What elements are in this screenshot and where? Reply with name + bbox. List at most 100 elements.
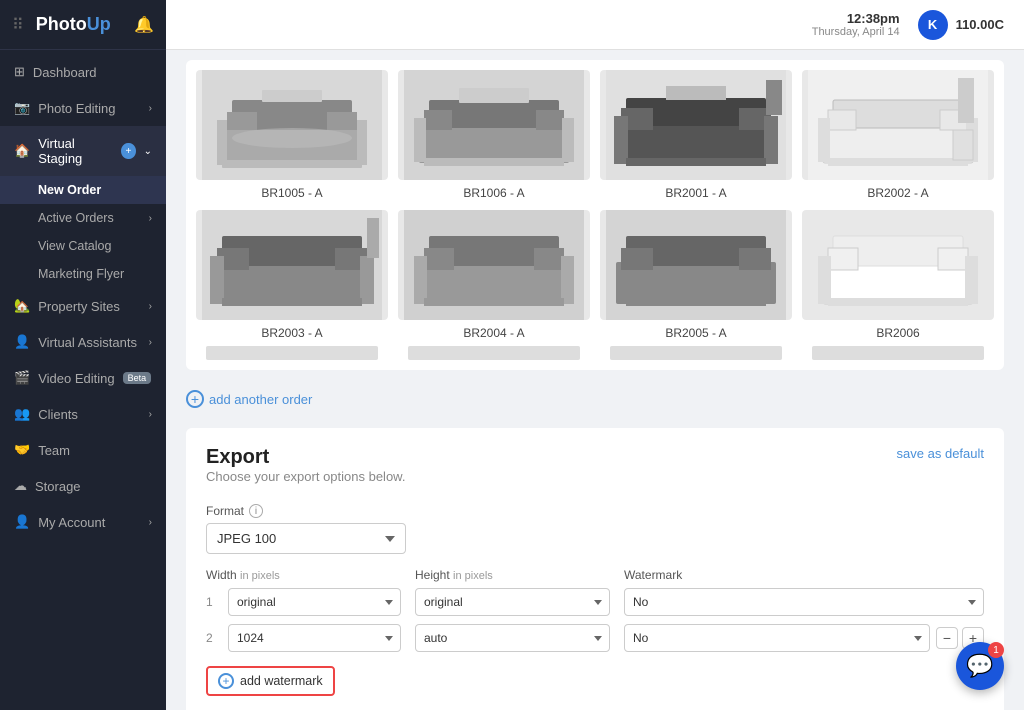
image-label: BR2003 - A [261,326,322,340]
export-row-2-height: auto original 1024 [415,624,610,652]
image-grid: BR1005 - A [196,70,994,360]
image-card-br2001a[interactable]: BR2001 - A [600,70,792,200]
sidebar-item-label: Virtual Staging [38,136,113,166]
width-select-1[interactable]: original 1024 2048 [228,588,401,616]
sidebar: ⠿ PhotoUp 🔔 ⊞ Dashboard 📷 Photo Editing … [0,0,166,710]
width-column: Width in pixels 1 original 1024 2048 2 [206,568,401,660]
sidebar-item-dashboard[interactable]: ⊞ Dashboard [0,54,166,90]
bell-icon[interactable]: 🔔 [134,15,154,35]
add-order-label: add another order [209,392,312,407]
chat-bubble-button[interactable]: 💬 1 [956,642,1004,690]
image-thumb [600,210,792,320]
home-icon: 🏡 [14,298,30,314]
image-grid-container: BR1005 - A [186,60,1004,370]
export-row-1-height: original auto 1024 [415,588,610,616]
format-group: Format i JPEG 100 JPEG 90 JPEG 80 PNG [206,504,984,554]
chevron-right-icon: › [149,301,152,312]
watermark-select-1[interactable]: No Yes [624,588,984,616]
sidebar-item-virtual-staging[interactable]: 🏠 Virtual Staging + ⌄ [0,126,166,176]
image-card-br2004a[interactable]: BR2004 - A [398,210,590,360]
minus-button[interactable]: − [936,627,958,649]
watermark-row-1: No Yes [624,588,984,616]
height-select-1[interactable]: original auto 1024 [415,588,610,616]
person-icon: 👤 [14,334,30,350]
sidebar-item-virtual-assistants[interactable]: 👤 Virtual Assistants › [0,324,166,360]
image-card-br1006a[interactable]: BR1006 - A [398,70,590,200]
image-label: BR2005 - A [665,326,726,340]
image-label: BR2006 [876,326,919,340]
sidebar-subitem-marketing-flyer[interactable]: Marketing Flyer [0,260,166,288]
sidebar-subitem-view-catalog[interactable]: View Catalog [0,232,166,260]
save-as-default-button[interactable]: save as default [897,446,984,461]
image-thumb [600,70,792,180]
export-row-1-width: 1 original 1024 2048 [206,588,401,616]
chevron-right-icon: › [149,409,152,420]
info-icon: i [249,504,263,518]
image-card-br2002a[interactable]: BR2002 - A [802,70,994,200]
sidebar-header: ⠿ PhotoUp 🔔 [0,0,166,50]
height-col-header: Height in pixels [415,568,610,582]
chevron-right-icon: › [149,337,152,348]
sidebar-nav: ⊞ Dashboard 📷 Photo Editing › 🏠 Virtual … [0,50,166,710]
active-orders-label: Active Orders [38,211,114,225]
add-another-order-button[interactable]: + add another order [186,390,312,408]
chevron-right-icon: › [149,517,152,528]
image-card-br1005a[interactable]: BR1005 - A [196,70,388,200]
export-header: Export Choose your export options below.… [206,446,984,500]
image-label: BR1005 - A [261,186,322,200]
current-date: Thursday, April 14 [812,26,900,38]
chat-icon: 💬 [966,653,993,679]
image-progress-bar [610,346,783,360]
sidebar-item-property-sites[interactable]: 🏡 Property Sites › [0,288,166,324]
credits-display: 110.00C [956,17,1004,32]
watermark-row-2: No Yes − + [624,624,984,652]
add-watermark-button[interactable]: + add watermark [206,666,335,696]
row-number: 1 [206,595,220,609]
new-badge: + [121,143,135,159]
image-progress-bar [408,346,581,360]
chevron-right-icon: › [149,103,152,114]
image-thumb [398,70,590,180]
sidebar-item-my-account[interactable]: 👤 My Account › [0,504,166,540]
sidebar-subitem-new-order[interactable]: New Order [0,176,166,204]
menu-dots-icon[interactable]: ⠿ [12,15,24,35]
image-thumb [802,210,994,320]
sidebar-item-storage[interactable]: ☁ Storage [0,468,166,504]
sidebar-item-photo-editing[interactable]: 📷 Photo Editing › [0,90,166,126]
sidebar-item-label: My Account [38,515,105,530]
sidebar-item-clients[interactable]: 👥 Clients › [0,396,166,432]
add-order-row: + add another order [186,386,1004,408]
sidebar-item-label: Video Editing [38,371,114,386]
grid-icon: ⊞ [14,64,25,80]
sidebar-item-video-editing[interactable]: 🎬 Video Editing Beta [0,360,166,396]
image-label: BR2002 - A [867,186,928,200]
cloud-icon: ☁ [14,478,27,494]
export-options-grid: Width in pixels 1 original 1024 2048 2 [206,568,984,660]
image-card-br2005a[interactable]: BR2005 - A [600,210,792,360]
chevron-down-icon: ⌄ [144,146,152,157]
watermark-select-2[interactable]: No Yes [624,624,930,652]
image-label: BR2001 - A [665,186,726,200]
sidebar-item-label: Property Sites [38,299,120,314]
format-select[interactable]: JPEG 100 JPEG 90 JPEG 80 PNG [206,523,406,554]
row-number: 2 [206,631,220,645]
user-avatar[interactable]: K [918,10,948,40]
image-card-br2003a[interactable]: BR2003 - A [196,210,388,360]
image-progress-bar [206,346,379,360]
plus-circle-icon: + [218,673,234,689]
sidebar-item-label: Dashboard [33,65,97,80]
video-icon: 🎬 [14,370,30,386]
image-thumb [398,210,590,320]
width-select-2[interactable]: 1024 original 2048 [228,624,401,652]
image-card-br2006[interactable]: BR2006 [802,210,994,360]
height-select-2[interactable]: auto original 1024 [415,624,610,652]
format-label: Format i [206,504,984,518]
export-row-2-width: 2 1024 original 2048 [206,624,401,652]
sidebar-subitem-active-orders[interactable]: Active Orders › [0,204,166,232]
watermark-col-header: Watermark [624,568,984,582]
sidebar-item-label: Virtual Assistants [38,335,137,350]
width-col-header: Width in pixels [206,568,401,582]
beta-badge: Beta [123,372,152,384]
image-label: BR2004 - A [463,326,524,340]
sidebar-item-my-team[interactable]: 🤝 Team [0,432,166,468]
